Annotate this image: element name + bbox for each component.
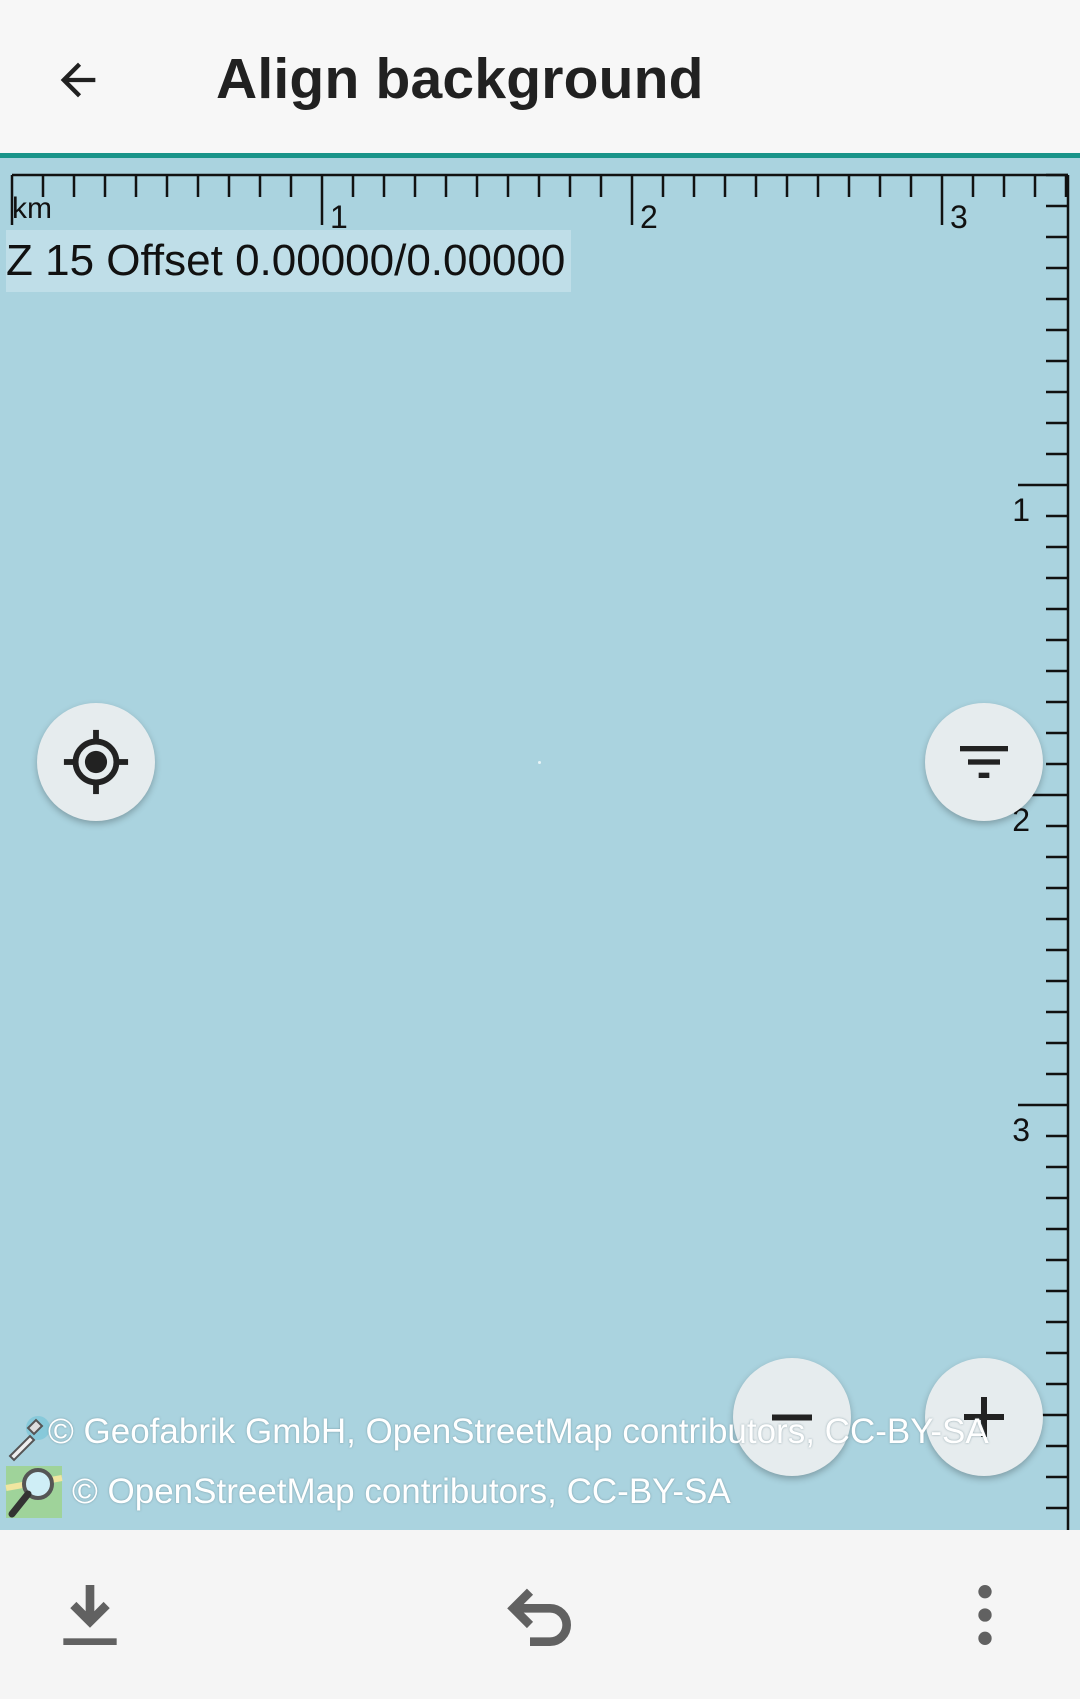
back-button[interactable] [38, 40, 118, 120]
app-bar: Align background [0, 0, 1080, 158]
locate-button[interactable] [37, 703, 155, 821]
bottom-toolbar [0, 1530, 1080, 1699]
ruler-top-label: 2 [640, 199, 658, 235]
download-icon [63, 1585, 117, 1645]
download-button[interactable] [45, 1570, 135, 1660]
filter-button[interactable] [925, 703, 1043, 821]
ruler-top-label: 3 [950, 199, 968, 235]
map-view[interactable]: km 1231234 Z 15 Offset 0.00000/0.00000 [0, 158, 1080, 1530]
undo-icon [507, 1588, 571, 1646]
gps-locate-icon [63, 729, 129, 795]
scale-unit-label: km [12, 192, 52, 225]
ruler-side-label: 3 [1012, 1112, 1030, 1148]
page-title: Align background [216, 47, 704, 111]
map-center-marker [538, 761, 541, 764]
more-vert-icon [978, 1585, 992, 1645]
filter-icon [960, 746, 1008, 778]
undo-button[interactable] [495, 1570, 585, 1660]
arrow-back-icon [60, 62, 96, 98]
offset-info-text: Z 15 Offset 0.00000/0.00000 [6, 230, 572, 292]
ruler-side-label: 1 [1012, 492, 1030, 528]
scale-ruler: km 1231234 [10, 173, 1070, 1530]
attribution-osm[interactable]: © OpenStreetMap contributors, CC-BY-SA [72, 1472, 731, 1512]
map-magnifier-logo-icon [5, 1466, 63, 1518]
more-options-button[interactable] [940, 1570, 1030, 1660]
attribution-geofabrik[interactable]: © Geofabrik GmbH, OpenStreetMap contribu… [48, 1412, 989, 1452]
